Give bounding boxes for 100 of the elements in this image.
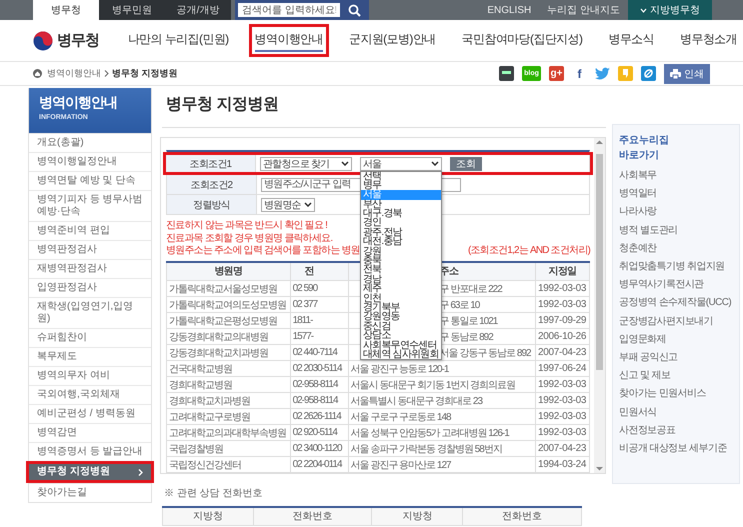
dropdown-option[interactable]: 병무: [361, 180, 441, 190]
table-cell[interactable]: 고려대학교의과대학부속병원: [166, 424, 290, 440]
table-cell[interactable]: 국립정신건강센터: [166, 456, 290, 472]
bird-icon[interactable]: [595, 67, 610, 80]
quick-link[interactable]: 나라사랑: [619, 203, 733, 222]
table-cell: 1992-03-03: [536, 408, 590, 424]
column-header: 전화번호: [462, 507, 582, 525]
table-cell: 02 3400-1120: [290, 440, 348, 456]
table-cell[interactable]: 가톨릭대학교서울성모병원: [166, 280, 290, 296]
quick-link[interactable]: 군장병감사편지보내기: [619, 312, 733, 331]
dropdown-option[interactable]: 서울: [361, 190, 441, 200]
scroll-thumb[interactable]: [596, 154, 603, 370]
dropdown-option[interactable]: 강원: [361, 246, 441, 256]
table-cell[interactable]: 가톨릭대학교여의도성모병원: [166, 296, 290, 312]
dropdown-option[interactable]: 대체역 심사위원회: [361, 350, 441, 360]
dropdown-option[interactable]: 강원영동: [361, 312, 441, 322]
dropdown[interactable]: 병원명순: [261, 198, 315, 212]
scroll-bar[interactable]: [594, 138, 605, 473]
printer-icon: [670, 68, 681, 78]
quick-link[interactable]: 병적 별도관리: [619, 222, 733, 240]
quick-link[interactable]: 취업맞춤특기병 취업지원: [619, 258, 733, 276]
table-cell[interactable]: 가톨릭대학교은평성모병원: [166, 312, 290, 328]
form-label: 정렬방식: [167, 195, 257, 214]
column-header: 지방청: [372, 507, 463, 525]
quick-link[interactable]: 사회복무: [619, 167, 733, 186]
dropdown[interactable]: 관할청으로 찾기: [260, 156, 352, 170]
column-header: 병원명: [166, 262, 290, 280]
table-cell: 02 2626-1114: [290, 408, 348, 424]
print-button[interactable]: 인쇄: [664, 64, 710, 84]
top-tab[interactable]: 공개/개방: [165, 0, 231, 20]
menu-item[interactable]: 병무청 지정병원: [26, 461, 154, 483]
table-cell[interactable]: 국립경찰병원: [166, 440, 290, 456]
dropdown-option[interactable]: 제주: [361, 284, 441, 294]
top-link[interactable]: ENGLISH: [479, 4, 540, 16]
quick-link[interactable]: 병역일터: [619, 185, 733, 204]
form-label: 조회조건1: [166, 155, 256, 172]
dropdown-option[interactable]: 사회복무연수센터: [361, 340, 441, 350]
dropdown-option[interactable]: 광주.전남: [361, 228, 441, 238]
quick-link[interactable]: 비공개 대상정보 세부기준: [619, 440, 733, 458]
column-header: 지정일: [536, 262, 590, 280]
quick-link[interactable]: 찾아가는 민원서비스: [619, 385, 733, 404]
dropdown[interactable]: 서울: [360, 156, 442, 170]
menu-title: 병역이행안내: [39, 94, 118, 112]
dropdown-option[interactable]: 대전.충남: [361, 237, 441, 247]
nav-item[interactable]: 국민참여마당(집단지성): [456, 24, 588, 57]
quick-link[interactable]: 사전정보공표: [619, 422, 733, 440]
nav-item[interactable]: 병무소식: [602, 24, 660, 57]
table-cell[interactable]: 고려대학교구로병원: [166, 408, 290, 424]
nav-item[interactable]: 군지원(모병)안내: [342, 24, 442, 57]
breadcrumb-link[interactable]: 병무청 지정병원: [112, 67, 178, 80]
quick-link[interactable]: 입영문화제: [619, 330, 733, 350]
form-label: 조회조건2: [167, 175, 257, 194]
dropdown-option[interactable]: 상담소: [361, 331, 441, 341]
quick-link[interactable]: 부패 공익신고: [619, 349, 733, 368]
table-cell: 서울특별시 동대문구 경희대로 23: [348, 392, 536, 408]
table-cell[interactable]: 경희대학교치과병원: [166, 392, 290, 408]
table-cell[interactable]: 강동경희대학교의대병원: [166, 328, 290, 344]
nav-item[interactable]: 병무청소개: [674, 24, 743, 57]
story-icon[interactable]: [618, 66, 633, 81]
dropdown-option[interactable]: 경기북부: [361, 302, 441, 312]
table-cell: 2007-04-23: [536, 344, 590, 360]
nav-item[interactable]: 나만의 누리집(민원): [122, 24, 235, 57]
dropdown-option[interactable]: 대구.경북: [361, 209, 441, 218]
nav-item[interactable]: 병역이행안내: [248, 24, 329, 57]
regional-office-button[interactable]: 지방병무청: [628, 0, 712, 20]
table-cell: 서울 성북구 안암동5가 고려대병원 126-1: [348, 424, 536, 440]
table-cell: 02 440-7114: [290, 344, 348, 360]
table-cell[interactable]: 강동경희대학교치과병원: [166, 344, 290, 360]
table-cell: 1992-03-03: [536, 296, 590, 312]
dropdown-option[interactable]: 전북: [361, 265, 441, 275]
quick-link[interactable]: 신고 및 제보: [619, 367, 733, 386]
caret-icon: [304, 202, 312, 207]
table-cell: 1992-03-03: [536, 424, 590, 440]
table-cell[interactable]: 경희대학교병원: [166, 376, 290, 392]
dropdown-option[interactable]: 인천: [361, 294, 441, 303]
google-plus-link[interactable]: g+: [549, 66, 564, 81]
dropdown-option[interactable]: 중신검: [361, 322, 441, 332]
top-tab[interactable]: 병무민원: [99, 0, 165, 20]
quick-link[interactable]: 병무역사기록전시관: [619, 276, 733, 294]
column-header: 전화번호: [253, 507, 372, 525]
table-cell: 1811-: [290, 312, 348, 328]
table-cell: 1994-03-24: [536, 456, 590, 472]
app-icon[interactable]: [499, 66, 514, 81]
quick-link[interactable]: 청춘예찬: [619, 240, 733, 258]
facebook-link[interactable]: f: [572, 66, 587, 81]
table-cell: 서울 구로구 구로동로 148: [348, 408, 536, 424]
dropdown-option[interactable]: 부산: [361, 200, 441, 210]
table-cell: 서울 광진구 능동로 120-1: [348, 360, 536, 376]
table-cell: 1997-09-29: [536, 312, 590, 328]
notice-text: 진료과목 조회할 경우 병원명 클릭하세요.: [166, 232, 332, 245]
dropdown-option[interactable]: 경인: [361, 218, 441, 228]
dropdown-option[interactable]: 선택: [361, 172, 441, 181]
quick-link[interactable]: 민원서식: [619, 404, 733, 422]
link-icon[interactable]: [641, 66, 656, 81]
top-tab[interactable]: 병무청: [33, 0, 99, 20]
breadcrumb-link[interactable]: 병역이행안내: [47, 67, 101, 80]
top-link[interactable]: 누리집 안내지도: [539, 3, 628, 17]
table-cell[interactable]: 건국대학교병원: [166, 360, 290, 376]
quick-link[interactable]: 공정병역 손수제작물(UCC): [619, 294, 733, 313]
search-button[interactable]: 조회: [450, 156, 482, 170]
